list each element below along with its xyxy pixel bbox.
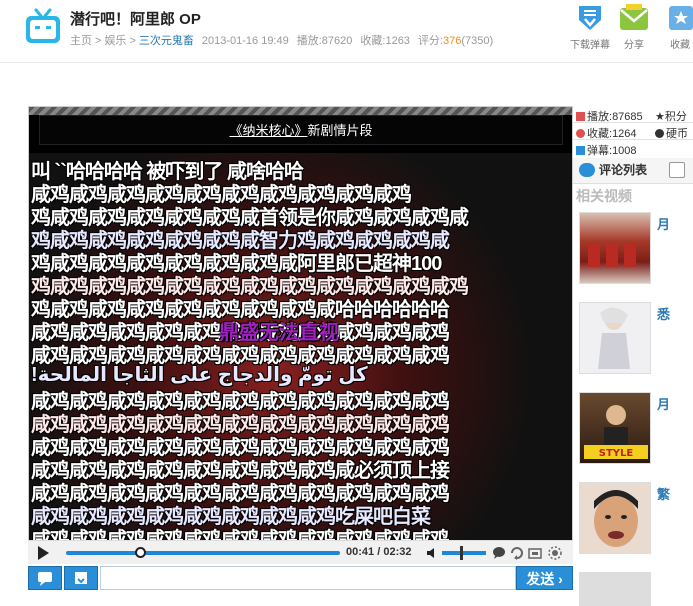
heart-icon bbox=[576, 129, 585, 138]
breadcrumb-home[interactable]: 主页 bbox=[70, 35, 92, 47]
side-tabs: 评论列表 bbox=[573, 158, 693, 184]
score-count: (7350) bbox=[461, 35, 494, 47]
video-frame[interactable]: 叫 ``哈哈哈哈 被吓到了 咸啥哈哈 咸鸡咸鸡咸鸡咸鸡咸鸡咸鸡咸鸡咸鸡咸鸡咸鸡 鸡咸… bbox=[29, 153, 572, 551]
breadcrumb-category[interactable]: 三次元鬼畜 bbox=[139, 35, 194, 47]
volume-icon[interactable] bbox=[426, 547, 438, 559]
svg-text:STYLE: STYLE bbox=[599, 448, 634, 459]
gangnam-style-thumbnail: STYLE bbox=[584, 405, 648, 459]
danmaku-style-button[interactable] bbox=[28, 566, 62, 590]
banner-suffix: 新剧情片段 bbox=[307, 123, 373, 138]
video-player[interactable]: 《纳米核心》新剧情片段 叫 ``哈哈哈哈 被吓到了 咸啥哈哈 咸鸡咸鸡咸鸡咸鸡咸鸡… bbox=[28, 106, 573, 564]
favorite-icon bbox=[669, 6, 693, 30]
player-top-strip bbox=[29, 107, 572, 115]
related-thumb-5[interactable] bbox=[579, 572, 651, 606]
share-button[interactable]: 分享 bbox=[612, 2, 656, 51]
comment-bubble-icon bbox=[579, 163, 595, 177]
danmaku-comment: !كل تومّ والدجاج على الثاجا المالحة bbox=[31, 364, 369, 386]
tv-logo-icon bbox=[26, 8, 60, 43]
breadcrumb-entertainment[interactable]: 娱乐 bbox=[104, 35, 126, 47]
red-chairs-thumbnail bbox=[588, 243, 636, 267]
chevron-down-icon bbox=[75, 572, 87, 584]
download-danmaku-button[interactable]: 下载弹幕 bbox=[568, 2, 612, 51]
upload-datetime: 2013-01-16 19:49 bbox=[201, 35, 289, 47]
related-thumb-3[interactable]: STYLE bbox=[579, 392, 651, 464]
header-divider bbox=[0, 62, 693, 63]
favorite-button[interactable]: 收藏 bbox=[658, 2, 693, 51]
duration: 02:32 bbox=[383, 546, 412, 558]
related-thumb-2[interactable] bbox=[579, 302, 651, 374]
danmaku-options-button[interactable] bbox=[64, 566, 98, 590]
favorites-value: 1263 bbox=[385, 35, 410, 47]
related-videos-title: 相关视频 bbox=[576, 188, 632, 204]
tab-comment-list[interactable]: 评论列表 bbox=[579, 161, 647, 178]
comment-input-row: 发送 › bbox=[28, 566, 573, 590]
side-panel: 播放:87685 ★积分 收藏:1264 硬币 弹幕:1008 评论列表 相关视… bbox=[573, 106, 693, 606]
widescreen-icon[interactable] bbox=[528, 546, 542, 560]
plays-value: 87620 bbox=[321, 35, 353, 47]
play-button[interactable] bbox=[38, 546, 49, 560]
danmaku-layer: 叫 ``哈哈哈哈 被吓到了 咸啥哈哈 咸鸡咸鸡咸鸡咸鸡咸鸡咸鸡咸鸡咸鸡咸鸡咸鸡 鸡咸… bbox=[29, 153, 572, 551]
loop-icon[interactable] bbox=[510, 546, 524, 560]
progress-bar[interactable] bbox=[66, 551, 340, 555]
face-thumbnail bbox=[594, 490, 638, 547]
figure-thumbnail bbox=[598, 307, 630, 369]
banner-title[interactable]: 《纳米核心》 bbox=[229, 123, 307, 138]
player-controls: 00:41 / 02:32 bbox=[28, 540, 573, 564]
danmaku-input[interactable] bbox=[100, 566, 516, 590]
danmaku-count-icon bbox=[576, 146, 585, 155]
volume-slider[interactable] bbox=[442, 551, 486, 555]
download-danmaku-icon bbox=[579, 6, 601, 30]
favorites-label: 收藏: bbox=[360, 35, 386, 47]
page-title: 潜行吧！阿里郎 OP bbox=[70, 11, 201, 28]
score-value: 376 bbox=[443, 35, 462, 47]
related-thumb-1[interactable] bbox=[579, 212, 651, 284]
score-label: 评分: bbox=[417, 35, 443, 47]
site-logo[interactable] bbox=[24, 8, 62, 46]
player-banner: 《纳米核心》新剧情片段 bbox=[39, 115, 563, 145]
danmaku-toggle-icon[interactable] bbox=[492, 546, 506, 560]
current-time: 00:41 bbox=[346, 546, 375, 558]
progress-handle[interactable] bbox=[134, 547, 146, 558]
volume-handle[interactable] bbox=[459, 546, 463, 560]
settings-icon[interactable] bbox=[548, 546, 562, 560]
play-count-icon bbox=[576, 112, 585, 121]
send-button[interactable]: 发送 › bbox=[516, 566, 573, 590]
plays-label: 播放: bbox=[296, 35, 322, 47]
related-thumb-4[interactable] bbox=[579, 482, 651, 554]
breadcrumb: 主页 > 娱乐 > 三次元鬼畜 2013-01-16 19:49 播放:87620 收藏:12… bbox=[70, 35, 494, 47]
side-danmaku-count: 弹幕:1008 bbox=[576, 142, 637, 158]
coin-icon bbox=[655, 129, 664, 138]
header-actions: 下载弹幕 分享 收藏 bbox=[568, 2, 693, 54]
danmaku-accent-comment: 鼎盛无法直视 bbox=[219, 322, 339, 344]
chat-bubble-icon bbox=[38, 572, 52, 586]
share-envelope-icon bbox=[620, 4, 648, 30]
tab-other[interactable] bbox=[669, 162, 685, 178]
time-display: 00:41 / 02:32 bbox=[346, 546, 412, 558]
